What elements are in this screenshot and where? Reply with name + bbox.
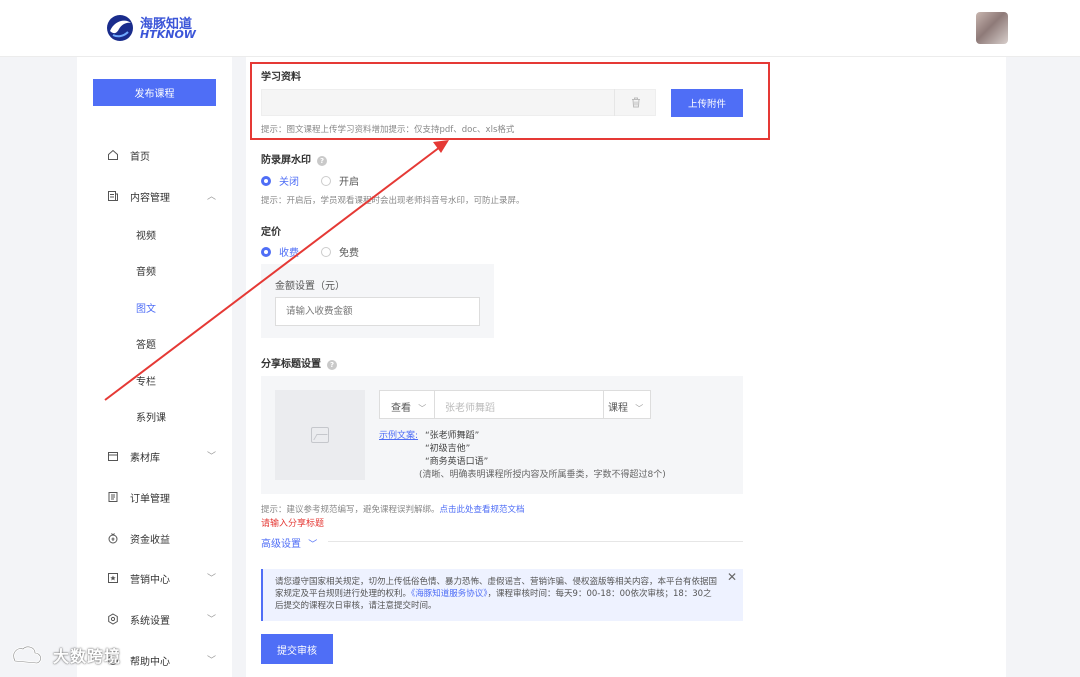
radio-dot [261, 175, 271, 186]
help-icon[interactable]: ? [317, 156, 327, 166]
radio-label: 收费 [279, 248, 299, 259]
watermark-on-radio[interactable]: 开启 [321, 173, 359, 188]
sidebar-item-marketing[interactable]: 营销中心 ﹀ [77, 567, 232, 589]
share-suffix-value: 课程 [608, 403, 628, 414]
course-form: 学习资料 上传附件 提示：图文课程上传学习资料增加提示：仅支持pdf、doc、x… [246, 57, 1006, 677]
sidebar-item-label: 帮助中心 [130, 657, 170, 668]
price-paid-radio[interactable]: 收费 [261, 244, 299, 259]
share-image-upload[interactable] [275, 390, 365, 480]
radio-label: 关闭 [279, 177, 299, 188]
highlight-box [250, 62, 770, 140]
sidebar-subitem-video[interactable]: 视频 [136, 227, 156, 242]
share-panel: 查看 ﹀ 张老师舞蹈 课程 ﹀ 示例文案: “张老师舞蹈” “初级吉他” “商务… [261, 376, 743, 494]
share-title-row: 查看 ﹀ 张老师舞蹈 课程 ﹀ [379, 390, 651, 419]
example-item: “初级吉他” [425, 444, 471, 454]
chevron-up-icon: ︿ [207, 192, 217, 202]
chevron-down-icon: ﹀ [635, 404, 644, 413]
double-chevron-down-icon: ﹀ [308, 540, 318, 550]
example-item: “张老师舞蹈” [425, 431, 480, 441]
watermark-title: 防录屏水印? [261, 151, 327, 166]
chevron-down-icon: ﹀ [207, 656, 217, 666]
sidebar-item-materials[interactable]: 素材库 ﹀ [77, 445, 232, 467]
sidebar-subitem-series[interactable]: 系列课 [136, 409, 166, 424]
chevron-down-icon: ﹀ [207, 574, 217, 584]
content-icon [108, 191, 118, 201]
share-title-input[interactable]: 张老师舞蹈 [445, 399, 495, 414]
sidebar-item-settings[interactable]: 系统设置 ﹀ [77, 608, 232, 630]
top-bar: 海豚知道 HTKNOW [0, 0, 1080, 57]
watermark-logo-icon [12, 645, 42, 665]
sidebar-item-income[interactable]: 资金收益 [77, 527, 232, 549]
watermark-text: 大数跨境 [53, 647, 122, 666]
example-label: 示例文案: [379, 431, 419, 441]
sidebar-subitem-article[interactable]: 图文 [136, 300, 156, 315]
sidebar-item-label: 首页 [130, 152, 150, 163]
watermark-overlay: 大数跨境 [9, 643, 121, 667]
order-icon [108, 492, 118, 502]
service-agreement-link[interactable]: 《海豚知道服务协议》 [411, 589, 488, 599]
price-panel: 金额设置（元） [261, 264, 494, 338]
radio-dot [321, 246, 331, 257]
folder-icon [108, 452, 118, 461]
sidebar-item-label: 素材库 [130, 453, 160, 464]
share-suffix-select[interactable]: 课程 ﹀ [603, 391, 651, 418]
sidebar-item-orders[interactable]: 订单管理 [77, 486, 232, 508]
radio-label: 开启 [339, 177, 359, 188]
help-icon[interactable]: ? [327, 360, 337, 370]
watermark-off-radio[interactable]: 关闭 [261, 173, 299, 188]
sidebar-item-label: 系统设置 [130, 616, 170, 627]
watermark-title-text: 防录屏水印 [261, 155, 311, 166]
sidebar-item-label: 资金收益 [130, 535, 170, 546]
share-title: 分享标题设置? [261, 355, 337, 370]
sidebar-item-label: 订单管理 [130, 494, 170, 505]
amount-input[interactable] [275, 297, 480, 326]
chevron-down-icon: ﹀ [207, 615, 217, 625]
settings-icon [108, 613, 118, 625]
sidebar-item-content[interactable]: 内容管理 ︿ [77, 185, 232, 207]
image-icon [311, 427, 329, 443]
marketing-icon [108, 573, 118, 583]
sidebar-subitem-column[interactable]: 专栏 [136, 373, 156, 388]
divider [328, 541, 743, 542]
submit-review-button[interactable]: 提交审核 [261, 634, 333, 664]
chevron-down-icon: ﹀ [418, 404, 427, 413]
spec-doc-link[interactable]: 点击此处查看规范文档 [440, 505, 525, 515]
avatar[interactable] [976, 12, 1008, 44]
watermark-hint: 提示：开启后，学员观看课程时会出现老师抖音号水印，可防止录屏。 [261, 196, 525, 206]
close-icon[interactable]: ✕ [727, 571, 737, 583]
sidebar-item-label: 内容管理 [130, 193, 170, 204]
home-icon [108, 149, 118, 160]
share-prefix-select[interactable]: 查看 ﹀ [380, 391, 435, 418]
sidebar-subitem-audio[interactable]: 音频 [136, 263, 156, 278]
logo-text-en: HTKNOW [140, 28, 196, 41]
example-note: (清晰、明确表明课程所授内容及所属垂类，字数不得超过8个) [419, 470, 666, 480]
advanced-settings-label: 高级设置 [261, 539, 301, 550]
sidebar-item-label: 营销中心 [130, 575, 170, 586]
notice-banner: 请您遵守国家相关规定，切勿上传低俗色情、暴力恐怖、虚假谣言、营销诈骗、侵权盗版等… [261, 569, 743, 621]
share-hint: 提示：建议参考规范编写，避免课程误判解绑。点击此处查看规范文档 [261, 503, 525, 515]
share-title-text: 分享标题设置 [261, 359, 321, 370]
money-icon [108, 533, 118, 544]
chevron-down-icon: ﹀ [207, 452, 217, 462]
share-prefix-value: 查看 [391, 403, 411, 414]
sidebar: 发布课程 首页 内容管理 ︿ 视频 音频 图文 答题 专栏 系列课 素材库 ﹀ … [77, 57, 232, 677]
sidebar-subitem-quiz[interactable]: 答题 [136, 336, 156, 351]
pricing-title: 定价 [261, 227, 281, 238]
radio-dot [261, 246, 271, 257]
amount-label: 金额设置（元） [275, 281, 345, 292]
sidebar-item-home[interactable]: 首页 [77, 144, 232, 166]
share-hint-text: 提示：建议参考规范编写，避免课程误判解绑。 [261, 505, 440, 515]
price-free-radio[interactable]: 免费 [321, 244, 359, 259]
share-error: 请输入分享标题 [261, 519, 325, 529]
publish-course-button[interactable]: 发布课程 [93, 79, 216, 106]
radio-label: 免费 [339, 248, 359, 259]
radio-dot [321, 175, 331, 186]
example-item: “商务英语口语” [425, 457, 489, 467]
advanced-settings-toggle[interactable]: 高级设置 ﹀ [261, 535, 317, 550]
logo[interactable]: 海豚知道 HTKNOW [105, 11, 205, 45]
dolphin-logo-icon [107, 15, 133, 41]
